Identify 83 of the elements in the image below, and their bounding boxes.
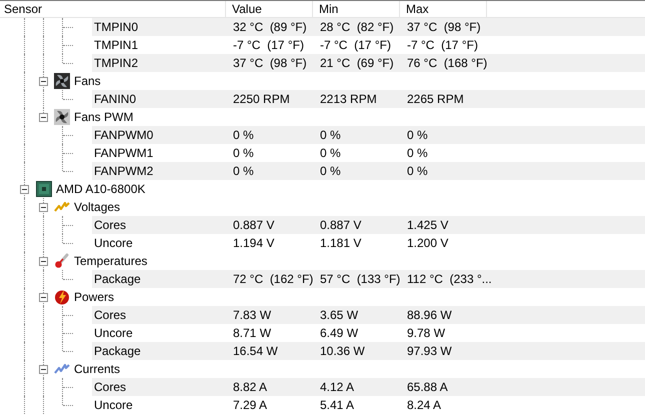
table-cell: 65.88 A <box>400 378 645 396</box>
table-cell: 8.82 A <box>226 378 313 396</box>
table-cell-text: 0 % <box>232 145 255 162</box>
collapse-toggle[interactable] <box>39 77 48 86</box>
sensor-name: FANPWM2 <box>92 162 226 180</box>
table-cell: 7.83 W <box>226 306 313 324</box>
column-header[interactable]: Value <box>226 1 313 17</box>
sensor-name: Package <box>92 270 226 288</box>
table-cell: 0 % <box>226 126 313 144</box>
group-name: Powers <box>74 289 114 306</box>
table-cell: 37 °C (98 °F) <box>226 54 313 72</box>
table-cell-text: 8.24 A <box>406 397 442 414</box>
collapse-toggle[interactable] <box>39 257 48 266</box>
table-cell: 0.887 V <box>226 216 313 234</box>
sensor-name: Cores <box>92 216 226 234</box>
table-cell-text: 9.78 W <box>406 325 446 342</box>
sensor-name: TMPIN1 <box>93 37 140 54</box>
table-cell-text: 1.194 V <box>232 235 276 252</box>
group-name: Currents <box>74 361 120 378</box>
thermometer-icon <box>54 253 70 269</box>
table-cell-text: 0 % <box>406 145 429 162</box>
table-cell: 28 °C (82 °F) <box>313 18 400 36</box>
sensor-name: Uncore <box>93 235 134 252</box>
table-cell: 0 % <box>313 126 400 144</box>
table-cell-text: 0 % <box>319 145 342 162</box>
sensor-name: TMPIN0 <box>92 18 226 36</box>
collapse-toggle[interactable] <box>39 203 48 212</box>
column-header[interactable]: Max <box>400 1 487 17</box>
table-cell: 112 °C (233 °... <box>400 270 645 288</box>
table-cell: 32 °C (89 °F) <box>226 18 313 36</box>
table-cell: 0 % <box>226 162 313 180</box>
sensor-name: Uncore <box>93 397 134 414</box>
table-cell: 0.887 V <box>313 216 400 234</box>
table-cell: 2213 RPM <box>313 90 400 108</box>
table-cell: 16.54 W <box>226 342 313 360</box>
collapse-toggle[interactable] <box>20 185 29 194</box>
table-cell-text: 8.71 W <box>232 325 272 342</box>
table-cell-text: -7 °C (17 °F) <box>232 37 305 54</box>
table-cell: 2250 RPM <box>226 90 313 108</box>
collapse-toggle[interactable] <box>39 293 48 302</box>
collapse-toggle[interactable] <box>39 113 48 122</box>
power-icon <box>54 289 70 305</box>
sensor-name: FANPWM1 <box>93 145 154 162</box>
table-cell-text: -7 °C (17 °F) <box>319 37 392 54</box>
table-cell-text: -7 °C (17 °F) <box>406 37 479 54</box>
sensor-name: Cores <box>92 306 226 324</box>
table-cell: 21 °C (69 °F) <box>313 54 400 72</box>
group-name: Fans PWM <box>74 109 134 126</box>
table-cell: 57 °C (133 °F) <box>313 270 400 288</box>
fan-icon <box>54 73 70 89</box>
sensor-name: TMPIN2 <box>92 54 226 72</box>
table-cell-text: 1.181 V <box>319 235 362 252</box>
column-header[interactable]: Sensor <box>0 1 226 17</box>
chip-icon <box>36 181 52 197</box>
device-name: AMD A10-6800K <box>56 181 146 198</box>
table-cell: 2265 RPM <box>400 90 645 108</box>
table-cell-text: 7.29 A <box>232 397 268 414</box>
sensor-name: Uncore <box>93 325 134 342</box>
sensor-name: Package <box>92 342 226 360</box>
table-cell: 3.65 W <box>313 306 400 324</box>
group-name: Fans <box>74 73 101 90</box>
table-cell: 0 % <box>313 162 400 180</box>
table-cell: 4.12 A <box>313 378 400 396</box>
sensor-name: FANPWM0 <box>92 126 226 144</box>
table-cell-text: 5.41 A <box>319 397 356 414</box>
table-cell: 0 % <box>400 162 645 180</box>
table-cell: 76 °C (168 °F) <box>400 54 645 72</box>
collapse-toggle[interactable] <box>39 365 48 374</box>
table-cell: 97.93 W <box>400 342 645 360</box>
sensor-name: FANIN0 <box>92 90 226 108</box>
table-cell: 37 °C (98 °F) <box>400 18 645 36</box>
table-cell: 72 °C (162 °F) <box>226 270 313 288</box>
table-cell: 10.36 W <box>313 342 400 360</box>
table-cell: 88.96 W <box>400 306 645 324</box>
column-header[interactable]: Min <box>313 1 400 17</box>
table-cell: 1.425 V <box>400 216 645 234</box>
fan-icon <box>54 109 70 125</box>
group-name: Temperatures <box>74 253 148 270</box>
table-cell-text: 6.49 W <box>319 325 360 342</box>
sensor-name: Cores <box>92 378 226 396</box>
table-cell: 0 % <box>400 126 645 144</box>
group-name: Voltages <box>74 199 120 216</box>
table-cell-text: 1.200 V <box>406 235 450 252</box>
